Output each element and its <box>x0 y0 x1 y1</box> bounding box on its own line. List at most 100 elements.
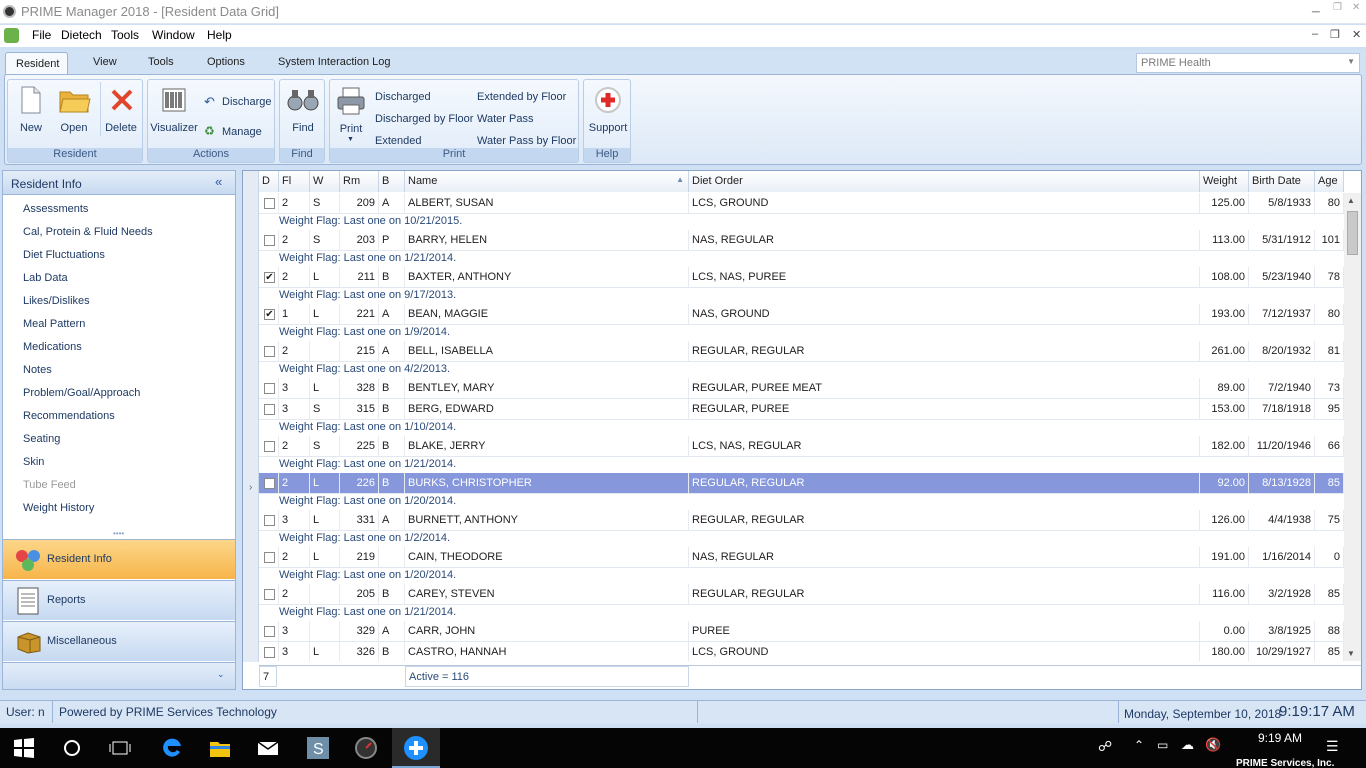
tab-tools[interactable]: Tools <box>148 56 174 68</box>
discharge-checkbox[interactable] <box>264 515 275 526</box>
search-icon[interactable] <box>60 736 84 760</box>
splitter-grip-icon[interactable]: •••• <box>113 529 124 538</box>
tab-options[interactable]: Options <box>207 56 245 68</box>
mdi-close-icon[interactable]: ✕ <box>1352 28 1361 41</box>
column-header-birth-date[interactable]: Birth Date <box>1249 171 1315 192</box>
menu-tools[interactable]: Tools <box>111 28 139 42</box>
sidebar-item-assessments[interactable]: Assessments <box>23 203 88 215</box>
vertical-scrollbar[interactable]: ▲ ▼ <box>1344 193 1361 661</box>
mail-icon[interactable] <box>256 736 280 760</box>
menu-dietech[interactable]: Dietech <box>61 28 102 42</box>
task-view-icon[interactable] <box>108 736 132 760</box>
sidebar-item-skin[interactable]: Skin <box>23 456 44 468</box>
print-discharged-link[interactable]: Discharged <box>375 91 431 103</box>
close-icon[interactable]: ✕ <box>1352 2 1360 13</box>
discharge-checkbox[interactable] <box>264 346 275 357</box>
discharge-checkbox[interactable] <box>264 589 275 600</box>
find-button[interactable]: Find <box>282 82 324 136</box>
discharge-button[interactable]: ↶ Discharge <box>204 94 274 110</box>
sidebar-item-diet-fluctuations[interactable]: Diet Fluctuations <box>23 249 105 261</box>
column-header-d[interactable]: D <box>259 171 279 192</box>
file-explorer-icon[interactable] <box>208 736 232 760</box>
open-button[interactable]: Open <box>54 82 94 136</box>
menu-window[interactable]: Window <box>152 28 195 42</box>
taskbar-clock[interactable]: 9:19 AM <box>1258 731 1302 745</box>
discharge-checkbox[interactable] <box>264 441 275 452</box>
discharge-checkbox[interactable]: ✔ <box>264 309 275 320</box>
column-header-diet-order[interactable]: Diet Order <box>689 171 1200 192</box>
scroll-down-icon[interactable]: ▼ <box>1347 649 1355 658</box>
table-row[interactable]: 3 329 A CARR, JOHN PUREE 0.00 3/8/1925 88 <box>259 621 1344 642</box>
print-button[interactable]: Print ▼ <box>332 82 370 146</box>
mdi-minimize-icon[interactable]: – <box>1312 28 1318 40</box>
collapse-chevrons-icon[interactable]: « <box>215 174 222 189</box>
s-app-icon[interactable]: S <box>306 736 330 760</box>
table-row[interactable]: 3 L 328 B BENTLEY, MARY REGULAR, PUREE MEAT 89… <box>259 378 1344 399</box>
discharge-checkbox[interactable] <box>264 235 275 246</box>
cloud-icon[interactable]: ☁ <box>1181 737 1194 753</box>
discharge-checkbox[interactable] <box>264 626 275 637</box>
column-header-name[interactable]: Name ▲ <box>405 171 689 192</box>
menu-file[interactable]: File <box>32 28 51 42</box>
print-water-pass-link[interactable]: Water Pass <box>477 113 533 125</box>
mdi-restore-icon[interactable]: ❐ <box>1330 28 1340 41</box>
table-row[interactable]: 3 L 331 A BURNETT, ANTHONY REGULAR, REGULAR 12… <box>259 510 1344 531</box>
print-extended-link[interactable]: Extended <box>375 135 421 147</box>
table-row[interactable]: 3 S 315 B BERG, EDWARD REGULAR, PUREE 153.00 7/… <box>259 399 1344 420</box>
new-button[interactable]: New <box>12 82 50 136</box>
discharge-checkbox[interactable] <box>264 552 275 563</box>
discharge-checkbox[interactable] <box>264 198 275 209</box>
sidebar-item-notes[interactable]: Notes <box>23 364 52 376</box>
table-row[interactable]: 3 L 326 B CASTRO, HANNAH LCS, GROUND 180.00 10/… <box>259 642 1344 661</box>
chevron-down-icon[interactable]: ⌄ <box>217 669 225 680</box>
table-row[interactable]: 2 S 209 A ALBERT, SUSAN LCS, GROUND 125.00 5/8/… <box>259 193 1344 214</box>
edge-browser-icon[interactable] <box>160 736 184 760</box>
column-header-room[interactable]: Rm <box>340 171 379 192</box>
menu-help[interactable]: Help <box>207 28 232 42</box>
table-row[interactable]: 2 L 226 B BURKS, CHRISTOPHER REGULAR, REGULAR… <box>259 473 1344 494</box>
discharge-checkbox[interactable] <box>264 404 275 415</box>
prime-manager-taskbar-button[interactable] <box>392 728 440 768</box>
discharge-checkbox[interactable] <box>264 383 275 394</box>
tab-resident[interactable]: Resident <box>5 52 68 75</box>
print-water-pass-by-floor-link[interactable]: Water Pass by Floor <box>477 135 576 147</box>
delete-button[interactable]: Delete <box>100 82 140 136</box>
people-icon[interactable]: ☍ <box>1098 738 1112 755</box>
sidebar-item-lab-data[interactable]: Lab Data <box>23 272 68 284</box>
column-header-wing[interactable]: W <box>310 171 340 192</box>
sidebar-item-cal-protein-fluid-needs[interactable]: Cal, Protein & Fluid Needs <box>23 226 153 238</box>
battery-icon[interactable]: ▭ <box>1157 738 1168 752</box>
sidebar-item-likes-dislikes[interactable]: Likes/Dislikes <box>23 295 90 307</box>
volume-muted-icon[interactable]: 🔇 <box>1205 737 1221 753</box>
sidebar-item-weight-history[interactable]: Weight History <box>23 502 94 514</box>
manage-button[interactable]: ♻ Manage <box>204 124 274 140</box>
print-extended-by-floor-link[interactable]: Extended by Floor <box>477 91 566 103</box>
maximize-icon[interactable]: ❐ <box>1333 2 1342 13</box>
discharge-checkbox[interactable] <box>264 478 275 489</box>
sidebar-item-seating[interactable]: Seating <box>23 433 60 445</box>
table-row[interactable]: 2 215 A BELL, ISABELLA REGULAR, REGULAR 261.0… <box>259 341 1344 362</box>
sidebar-section-miscellaneous[interactable]: Miscellaneous <box>3 621 235 661</box>
discharge-checkbox[interactable] <box>264 647 275 658</box>
table-row[interactable]: 2 L 219 CAIN, THEODORE NAS, REGULAR 191.00 1/1… <box>259 547 1344 568</box>
sidebar-section-resident-info[interactable]: Resident Info <box>3 539 235 579</box>
tab-view[interactable]: View <box>93 56 117 68</box>
table-row[interactable]: 2 S 225 B BLAKE, JERRY LCS, NAS, REGULAR 182.0… <box>259 436 1344 457</box>
print-discharged-by-floor-link[interactable]: Discharged by Floor <box>375 113 473 125</box>
table-row[interactable]: 2 205 B CAREY, STEVEN REGULAR, REGULAR 116.00… <box>259 584 1344 605</box>
tab-system-interaction-log[interactable]: System Interaction Log <box>278 56 391 68</box>
table-row[interactable]: ✔ 1 L 221 A BEAN, MAGGIE NAS, GROUND 193.00 7/12… <box>259 304 1344 325</box>
minimize-icon[interactable]: ▁ <box>1312 2 1320 13</box>
column-header-age[interactable]: Age <box>1315 171 1344 192</box>
discharge-checkbox[interactable]: ✔ <box>264 272 275 283</box>
sidebar-section-reports[interactable]: Reports <box>3 580 235 620</box>
gauge-app-icon[interactable] <box>354 736 378 760</box>
support-button[interactable]: Support <box>586 82 630 136</box>
column-header-floor[interactable]: Fl <box>279 171 310 192</box>
app-menu-icon[interactable] <box>4 28 19 43</box>
organization-select[interactable]: PRIME Health ▼ <box>1136 53 1360 73</box>
chevron-up-icon[interactable]: ⌃ <box>1134 738 1144 752</box>
sidebar-item-recommendations[interactable]: Recommendations <box>23 410 115 422</box>
sidebar-item-medications[interactable]: Medications <box>23 341 82 353</box>
table-row[interactable]: 2 S 203 P BARRY, HELEN NAS, REGULAR 113.00 5/31… <box>259 230 1344 251</box>
